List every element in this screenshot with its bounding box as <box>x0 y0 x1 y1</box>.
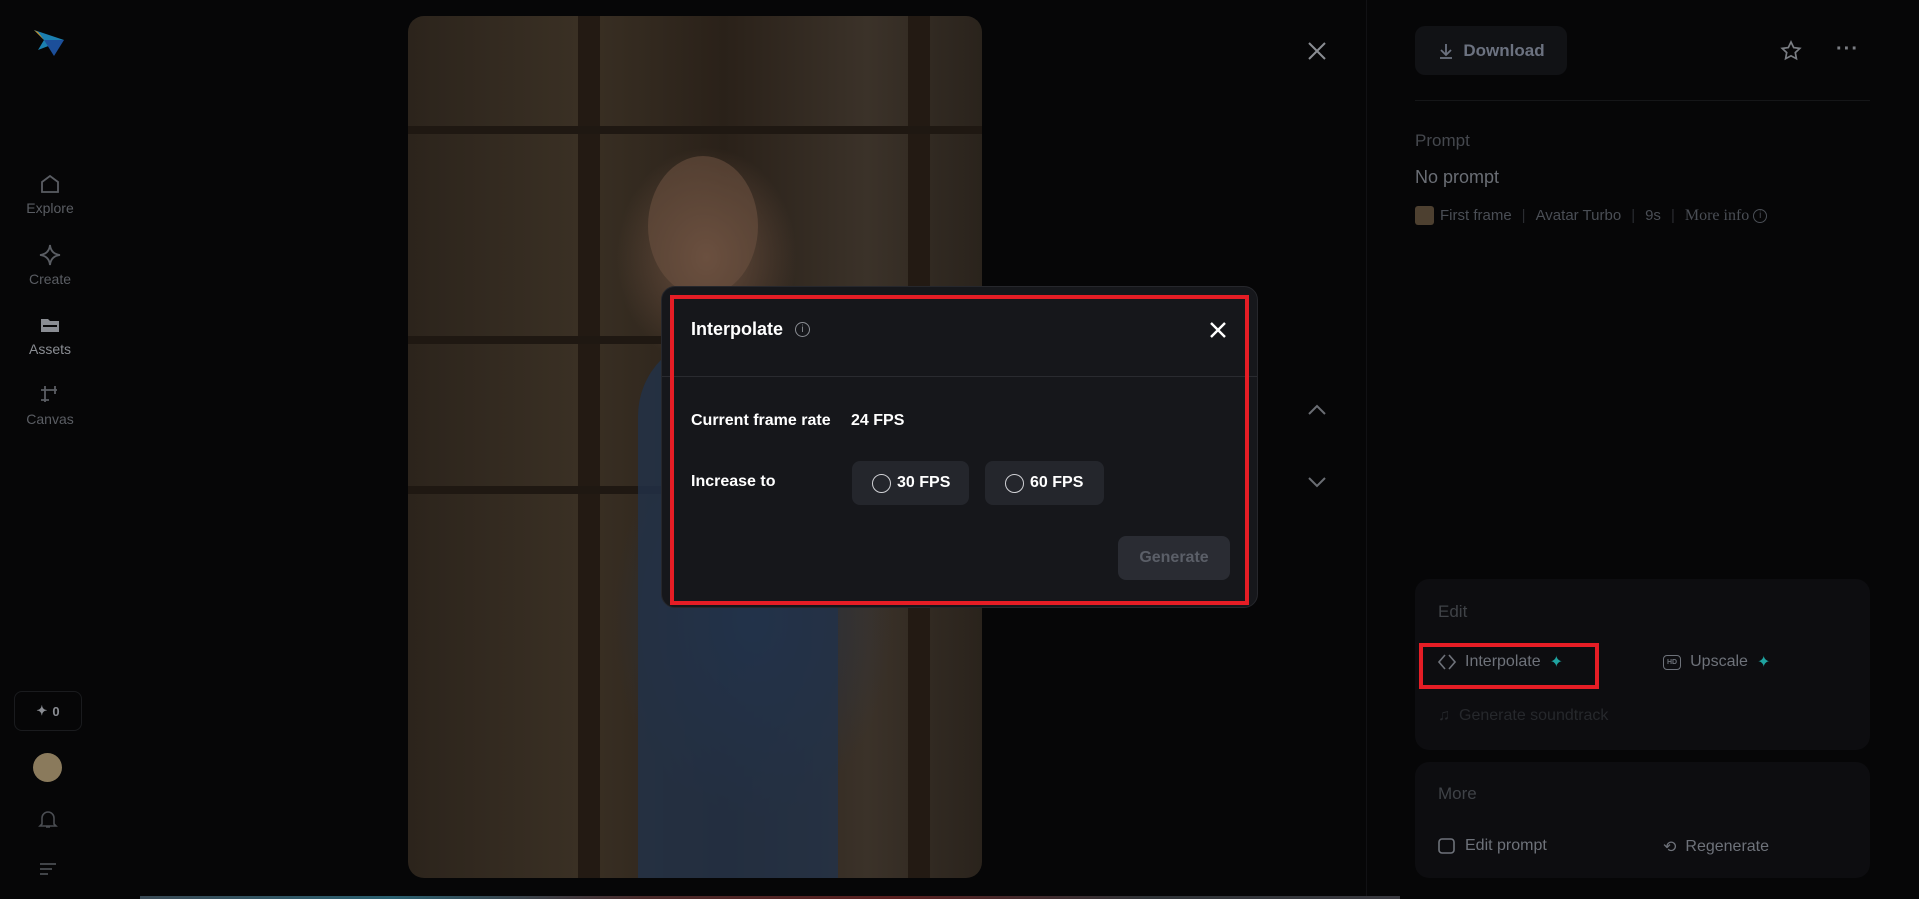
edit-icon <box>1438 838 1455 854</box>
sidebar-item-canvas[interactable]: Canvas <box>0 383 100 427</box>
more-info-link[interactable]: More info <box>1685 207 1749 225</box>
app-logo[interactable] <box>32 28 66 63</box>
bell-icon[interactable] <box>36 807 60 831</box>
regenerate-icon: ⟲ <box>1663 839 1677 856</box>
sidebar-item-label: Explore <box>26 200 74 216</box>
sidebar: Explore Create Assets Canvas ✦ 0 <box>0 0 100 899</box>
soundtrack-label: Generate soundtrack <box>1459 707 1609 724</box>
first-frame-label: First frame <box>1440 207 1512 224</box>
download-icon <box>1440 43 1453 59</box>
upscale-label: Upscale <box>1690 653 1748 670</box>
more-title: More <box>1438 784 1477 803</box>
folder-icon <box>41 319 59 332</box>
music-icon: ♫ <box>1438 707 1450 724</box>
home-icon <box>41 174 59 193</box>
credits-count: 0 <box>52 703 60 719</box>
sparkle-icon <box>39 244 61 266</box>
credits-badge[interactable]: ✦ 0 <box>14 691 82 731</box>
close-viewer-icon[interactable] <box>1306 40 1328 62</box>
hd-icon: HD <box>1663 654 1682 670</box>
menu-icon[interactable] <box>38 861 58 877</box>
prompt-value: No prompt <box>1415 167 1500 187</box>
interpolate-dialog: Interpolate i Current frame rate 24 FPS … <box>661 286 1258 608</box>
highlight-box <box>670 295 1249 605</box>
prompt-label: Prompt <box>1415 131 1470 150</box>
upscale-action[interactable]: HD Upscale ✦ <box>1663 652 1770 672</box>
regenerate-action[interactable]: ⟲ Regenerate <box>1663 837 1769 857</box>
previous-chevron-up-icon[interactable] <box>1306 402 1328 418</box>
more-options-icon[interactable]: ··· <box>1836 38 1859 61</box>
sidebar-item-label: Assets <box>28 341 71 357</box>
sparkle-icon: ✦ <box>36 703 48 718</box>
sidebar-item-assets[interactable]: Assets <box>0 313 100 357</box>
download-label: Download <box>1463 40 1545 60</box>
divider <box>1366 0 1367 899</box>
sidebar-item-create[interactable]: Create <box>0 243 100 287</box>
next-chevron-down-icon[interactable] <box>1306 474 1328 490</box>
edit-prompt-label: Edit prompt <box>1465 837 1547 854</box>
more-card: More Edit prompt ⟲ Regenerate <box>1415 762 1870 878</box>
video-meta: First frame | Avatar Turbo | 9s | More info… <box>1415 206 1768 225</box>
avatar[interactable] <box>33 753 62 782</box>
edit-card: Edit Interpolate ✦ HD Upscale ✦ ♫ Genera… <box>1415 579 1870 750</box>
divider <box>1415 100 1870 101</box>
edit-title: Edit <box>1438 602 1468 621</box>
download-button[interactable]: Download <box>1415 26 1567 75</box>
generate-soundtrack-action[interactable]: ♫ Generate soundtrack <box>1438 707 1608 725</box>
info-icon: i <box>1753 208 1768 223</box>
first-frame-thumbnail <box>1415 206 1434 225</box>
star-icon[interactable] <box>1779 39 1803 63</box>
sidebar-item-label: Canvas <box>26 411 74 427</box>
model-label: Avatar Turbo <box>1535 207 1622 224</box>
sparkle-icon: ✦ <box>1756 654 1771 671</box>
crop-icon <box>41 386 57 402</box>
highlight-box <box>1419 643 1599 689</box>
regenerate-label: Regenerate <box>1685 838 1770 855</box>
edit-prompt-action[interactable]: Edit prompt <box>1438 837 1547 855</box>
duration-label: 9s <box>1645 207 1661 224</box>
sidebar-item-label: Create <box>28 271 72 287</box>
sidebar-item-explore[interactable]: Explore <box>0 172 100 216</box>
